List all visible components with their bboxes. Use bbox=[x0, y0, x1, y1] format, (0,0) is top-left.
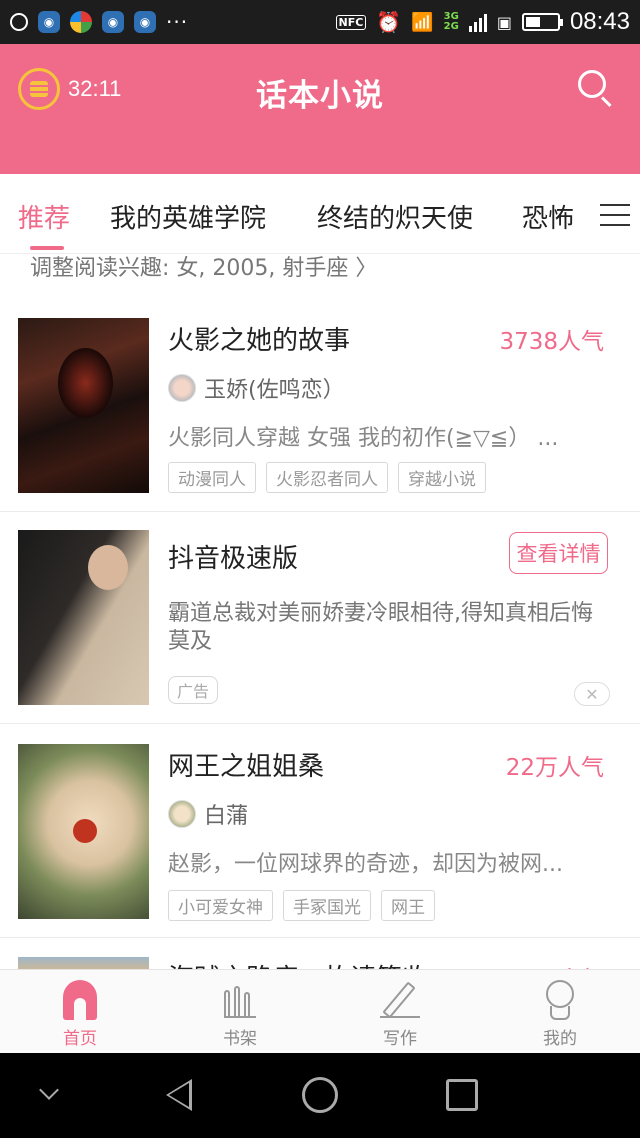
nav-label: 首页 bbox=[63, 1029, 97, 1049]
author-name: 白蒲 bbox=[204, 804, 249, 829]
chevron-down-icon[interactable] bbox=[39, 1080, 59, 1100]
author: 白蒲 bbox=[168, 798, 248, 830]
tab-my-hero-academia[interactable]: 我的英雄学院 bbox=[110, 198, 266, 235]
close-icon[interactable]: ✕ bbox=[574, 682, 610, 706]
tag[interactable]: 网王 bbox=[381, 890, 435, 921]
app-notification-icon: ◉ bbox=[38, 11, 60, 33]
book-card-partial[interactable]: 海贼之路痴一枚请签收 2万人气 bbox=[0, 938, 640, 969]
nav-write[interactable]: 写作 bbox=[320, 970, 480, 1054]
home-button-icon[interactable] bbox=[302, 1077, 338, 1113]
author-name: 玉娇(佐鸣恋） bbox=[204, 378, 345, 403]
ad-image bbox=[18, 530, 149, 705]
ad-badge: 广告 bbox=[168, 676, 219, 704]
profile-icon bbox=[540, 980, 580, 1020]
app-notification-icon: ◉ bbox=[134, 11, 156, 33]
pen-icon bbox=[380, 980, 420, 1020]
system-navigation-bar bbox=[0, 1053, 640, 1138]
book-card[interactable]: 火影之她的故事 3738人气 玉娇(佐鸣恋） 火影同人穿越 女强 我的初作(≧▽… bbox=[0, 296, 640, 512]
menu-icon[interactable] bbox=[600, 204, 630, 226]
app-notification-icon: ◉ bbox=[102, 11, 124, 33]
chat-bubble-icon bbox=[10, 13, 28, 31]
reading-interest-link[interactable]: 调整阅读兴趣: 女, 2005, 射手座 〉 bbox=[30, 250, 377, 282]
sim-icon: ▣ bbox=[496, 12, 512, 32]
app-title: 话本小说 bbox=[256, 78, 384, 114]
signal-icon bbox=[468, 12, 487, 32]
status-bar: ◉ ◉ ◉ ··· NFC ⏰ 📶 3G 2G ▣ 08:43 bbox=[0, 0, 640, 44]
nav-profile[interactable]: 我的 bbox=[480, 970, 640, 1054]
category-tabs: 推荐 我的英雄学院 终结的炽天使 恐怖 bbox=[0, 174, 640, 254]
book-description: 赵影，一位网球界的奇迹，却因为被网... bbox=[168, 852, 563, 877]
network-type: 3G 2G bbox=[444, 12, 459, 32]
tag[interactable]: 穿越小说 bbox=[398, 462, 486, 493]
tag[interactable]: 手冢国光 bbox=[283, 890, 371, 921]
network-2g: 2G bbox=[443, 21, 459, 32]
tab-horror[interactable]: 恐怖 bbox=[522, 198, 574, 235]
tag[interactable]: 动漫同人 bbox=[168, 462, 256, 493]
nav-label: 我的 bbox=[543, 1029, 577, 1049]
nfc-icon: NFC bbox=[335, 14, 367, 30]
nav-bookshelf[interactable]: 书架 bbox=[160, 970, 320, 1054]
book-title: 网王之姐姐桑 bbox=[168, 752, 325, 782]
tab-recommend[interactable]: 推荐 bbox=[18, 198, 70, 235]
view-details-button[interactable]: 查看详情 bbox=[509, 532, 608, 574]
bottom-navigation: 首页 书架 写作 我的 bbox=[0, 969, 640, 1053]
avatar bbox=[168, 374, 196, 402]
nav-label: 书架 bbox=[223, 1029, 257, 1049]
book-title: 火影之她的故事 bbox=[168, 326, 351, 356]
book-cover bbox=[18, 318, 149, 493]
tag[interactable]: 小可爱女神 bbox=[168, 890, 273, 921]
book-card[interactable]: 网王之姐姐桑 22万人气 白蒲 赵影，一位网球界的奇迹，却因为被网... 小可爱… bbox=[0, 724, 640, 938]
search-icon[interactable] bbox=[578, 70, 612, 108]
author: 玉娇(佐鸣恋） bbox=[168, 372, 345, 404]
nav-label: 写作 bbox=[383, 1029, 417, 1049]
popularity-count: 3738人气 bbox=[499, 329, 604, 355]
ad-title: 抖音极速版 bbox=[168, 544, 299, 574]
popularity-count: 2万人气 bbox=[520, 960, 604, 969]
tag-list: 小可爱女神 手冢国光 网王 bbox=[168, 890, 435, 921]
back-icon[interactable] bbox=[166, 1079, 192, 1111]
recent-apps-icon[interactable] bbox=[446, 1079, 478, 1111]
book-description: 火影同人穿越 女强 我的初作(≧▽≦） ... bbox=[168, 426, 559, 451]
book-title: 海贼之路痴一枚请签收 bbox=[168, 958, 428, 969]
home-icon bbox=[60, 980, 100, 1020]
app-notification-icon bbox=[70, 11, 92, 33]
clock: 08:43 bbox=[569, 8, 630, 35]
wifi-icon: 📶 bbox=[411, 11, 434, 33]
nav-home[interactable]: 首页 bbox=[0, 970, 160, 1054]
ad-description: 霸道总裁对美丽娇妻冷眼相待,得知真相后悔莫及 bbox=[168, 601, 593, 654]
alarm-icon: ⏰ bbox=[376, 10, 402, 34]
more-notifications-icon: ··· bbox=[166, 10, 189, 34]
bookshelf-icon bbox=[220, 980, 260, 1020]
tab-seraph-of-the-end[interactable]: 终结的炽天使 bbox=[317, 198, 473, 235]
book-cover bbox=[18, 957, 149, 969]
battery-icon bbox=[521, 13, 563, 31]
ad-card[interactable]: 抖音极速版 查看详情 霸道总裁对美丽娇妻冷眼相待,得知真相后悔莫及 广告 ✕ bbox=[0, 512, 640, 724]
book-cover bbox=[18, 744, 149, 919]
tag[interactable]: 火影忍者同人 bbox=[266, 462, 388, 493]
tag-list: 动漫同人 火影忍者同人 穿越小说 bbox=[168, 462, 486, 493]
avatar bbox=[168, 800, 196, 828]
popularity-count: 22万人气 bbox=[505, 755, 604, 781]
